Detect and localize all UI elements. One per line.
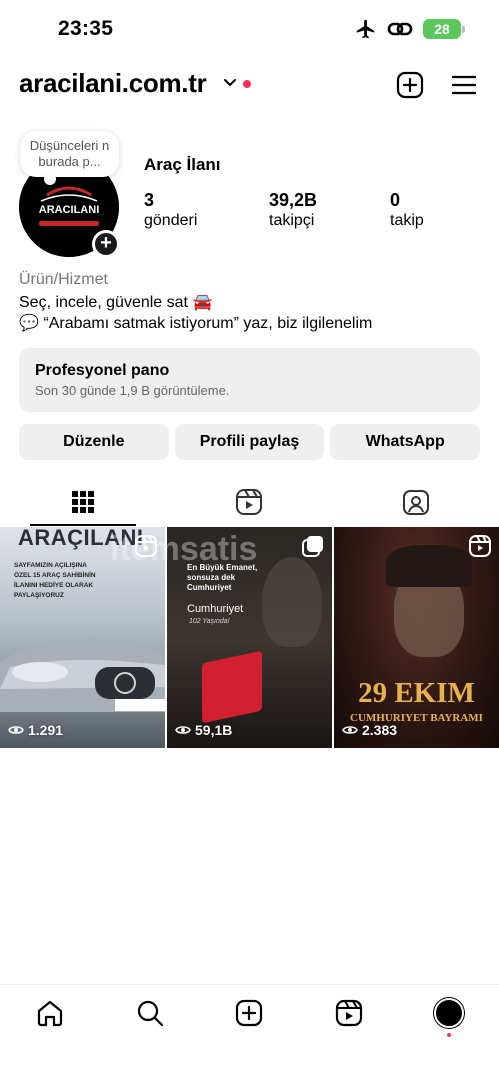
profile-avatar-icon	[434, 997, 465, 1028]
profile-actions: Düzenle Profili paylaş WhatsApp	[19, 424, 481, 460]
edit-profile-button[interactable]: Düzenle	[19, 424, 169, 460]
post-script: Cumhuriyet	[187, 603, 244, 615]
battery-icon: 28	[423, 19, 465, 39]
notification-dot	[243, 80, 251, 88]
nav-search[interactable]	[100, 985, 200, 1040]
pro-panel-title: Profesyonel pano	[35, 362, 170, 379]
home-icon	[37, 1000, 62, 1026]
nav-home[interactable]	[0, 985, 100, 1040]
stat-followers-value: 39,2B	[269, 190, 318, 210]
status-time: 23:35	[58, 17, 114, 40]
search-icon	[137, 1000, 163, 1026]
post-tile[interactable]: 29 EKIM CUMHURIYET BAYRAMI 2.383	[334, 527, 499, 748]
nav-notification-dot	[447, 1033, 452, 1037]
nav-reels[interactable]	[299, 985, 399, 1040]
stat-posts[interactable]: 3 gönderi	[144, 190, 197, 230]
airplane-icon	[356, 19, 375, 39]
note-bubble[interactable]: Düşünceleri n burada p...	[20, 131, 119, 185]
flag-image	[202, 650, 262, 724]
reel-indicator-icon	[469, 535, 491, 557]
nav-profile[interactable]	[399, 985, 499, 1040]
share-profile-button[interactable]: Profili paylaş	[174, 424, 325, 460]
post-views: 59,1B	[195, 722, 233, 738]
portrait-image	[262, 557, 322, 647]
post-view-count: 59,1B	[175, 722, 232, 738]
stat-posts-label: gönderi	[144, 212, 198, 229]
post-view-count: 1.291	[8, 722, 63, 738]
menu-icon[interactable]	[449, 70, 479, 100]
stat-followers[interactable]: 39,2B takipçi	[269, 190, 317, 230]
post-views: 2.383	[362, 722, 398, 738]
bottom-nav	[0, 984, 499, 1040]
avatar-text: ARACILANI	[39, 204, 100, 216]
post-tile[interactable]: En Büyük Emanet, sonsuza dek Cumhuriyet …	[167, 527, 332, 748]
post-subtext: 102 Yaşında!	[189, 618, 230, 625]
reels-icon	[336, 999, 363, 1026]
bio-line-1: Seç, incele, güvenle sat 🚘	[19, 294, 213, 311]
post-title: ARAÇILANI	[18, 527, 144, 550]
nav-create[interactable]	[200, 985, 300, 1040]
post-text: SAYFAMIZIN AÇILIŞINA ÖZEL 15 ARAÇ SAHİBİ…	[14, 562, 96, 599]
profile-tabs	[0, 478, 499, 526]
status-icons: 28	[355, 18, 465, 40]
eye-icon	[175, 726, 191, 734]
bio-line-2: 💬 “Arabamı satmak istiyorum” yaz, biz il…	[19, 315, 373, 332]
status-bar: 23:35 28	[0, 0, 499, 60]
stat-following-label: takip	[390, 212, 424, 229]
reels-icon	[236, 489, 263, 515]
eye-icon	[8, 726, 24, 734]
post-text: En Büyük Emanet, sonsuza dek Cumhuriyet	[187, 563, 258, 592]
stat-posts-value: 3	[144, 190, 155, 210]
username-switcher[interactable]: aracilani.com.tr	[19, 68, 207, 99]
post-view-count: 2.383	[342, 722, 397, 738]
stat-following-value: 0	[390, 190, 401, 210]
carousel-indicator-icon	[302, 536, 323, 557]
professional-dashboard[interactable]: Profesyonel pano Son 30 günde 1,9 B görü…	[19, 348, 480, 412]
profile-name: Araç İlanı	[144, 155, 221, 174]
profile-header: aracilani.com.tr	[0, 64, 499, 108]
grid-icon	[72, 491, 95, 513]
chevron-down-icon[interactable]	[223, 76, 237, 90]
reel-indicator-icon	[135, 535, 157, 557]
post-views: 1.291	[28, 722, 64, 738]
pro-panel-subtitle: Son 30 günde 1,9 B görüntüleme.	[35, 383, 230, 398]
create-icon[interactable]	[395, 70, 425, 100]
car-image	[0, 638, 165, 712]
create-icon	[236, 999, 263, 1026]
tagged-icon	[402, 490, 429, 515]
post-headline: 29 EKIM	[358, 677, 475, 709]
hat-shape	[386, 545, 472, 587]
tab-tagged[interactable]	[333, 478, 499, 526]
eye-icon	[342, 726, 358, 734]
post-tile[interactable]: ARAÇILANI SAYFAMIZIN AÇILIŞINA ÖZEL 15 A…	[0, 527, 165, 748]
add-story-button[interactable]: +	[92, 230, 120, 258]
whatsapp-button[interactable]: WhatsApp	[330, 424, 481, 460]
tab-grid[interactable]	[0, 478, 166, 526]
tab-reels[interactable]	[166, 478, 332, 526]
posts-grid: ARAÇILANI SAYFAMIZIN AÇILIŞINA ÖZEL 15 A…	[0, 527, 499, 748]
link-icon	[387, 22, 413, 36]
stat-followers-label: takipçi	[269, 212, 315, 229]
profile-category: Ürün/Hizmet	[19, 271, 108, 288]
stat-following[interactable]: 0 takip	[390, 190, 424, 230]
